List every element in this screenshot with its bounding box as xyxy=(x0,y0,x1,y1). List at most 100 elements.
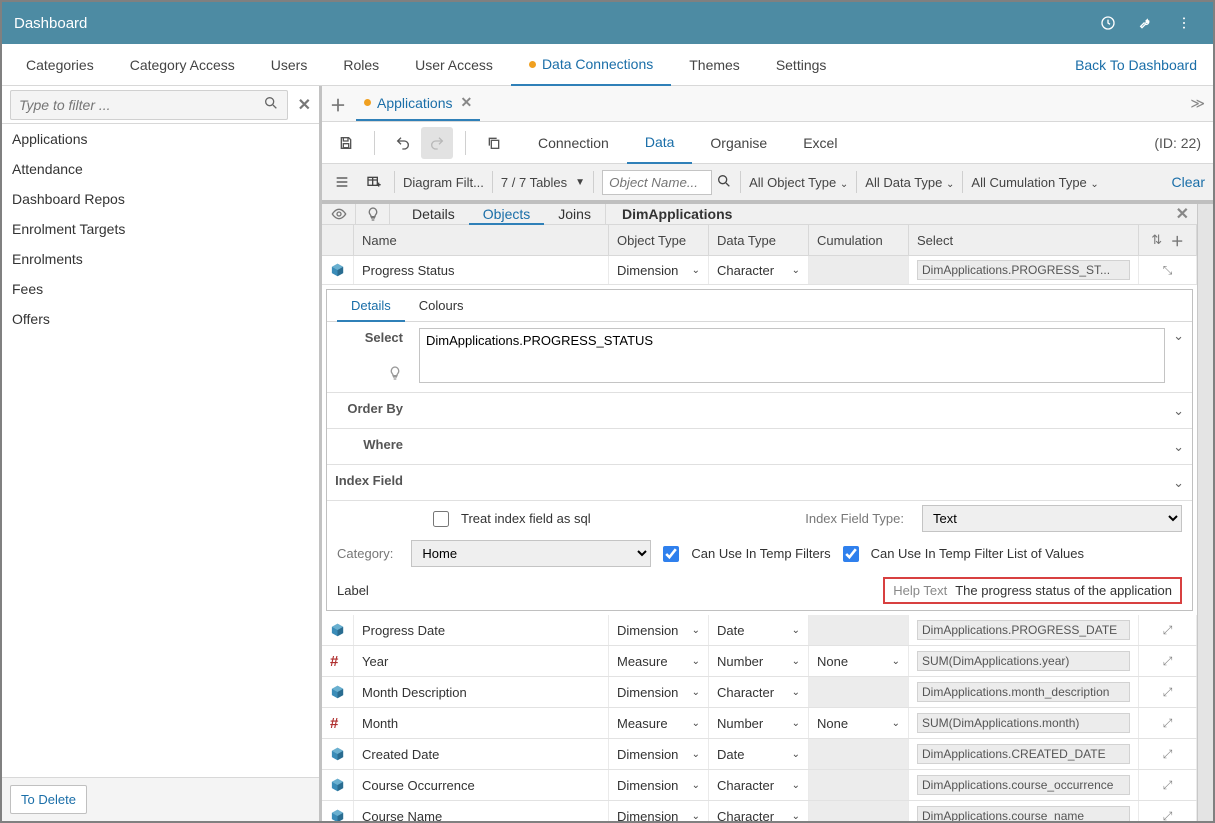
col-select[interactable]: Select xyxy=(909,225,1139,255)
eye-icon[interactable] xyxy=(322,204,356,224)
index-type-select[interactable]: Text xyxy=(922,505,1182,532)
col-name[interactable]: Name xyxy=(354,225,609,255)
table-row[interactable]: Course NameDimension⌄Character⌄DimApplic… xyxy=(322,801,1197,821)
sidebar-item-dashboard-repos[interactable]: Dashboard Repos xyxy=(2,184,319,214)
data-type-filter[interactable]: All Data Type ⌄ xyxy=(865,175,954,190)
clock-icon[interactable] xyxy=(1091,6,1125,40)
overflow-menu-icon[interactable] xyxy=(1167,6,1201,40)
search-icon[interactable] xyxy=(716,173,732,192)
close-tab-icon[interactable]: ✕ xyxy=(461,94,473,111)
object-name-filter-input[interactable] xyxy=(602,170,712,195)
filter-input[interactable] xyxy=(19,97,263,113)
row-objtype-select[interactable]: Measure⌄ xyxy=(609,646,709,676)
expanded-tab-colours[interactable]: Colours xyxy=(405,290,478,321)
add-tab-icon[interactable]: ＋ xyxy=(330,92,346,116)
col-datatype[interactable]: Data Type xyxy=(709,225,809,255)
expand-row-icon[interactable]: ⤢ xyxy=(1163,716,1173,731)
row-datatype-select[interactable]: Date⌄ xyxy=(709,615,809,645)
table-row[interactable]: Created DateDimension⌄Date⌄DimApplicatio… xyxy=(322,739,1197,770)
collapse-row-icon[interactable]: ⤡ xyxy=(1163,263,1173,278)
clear-filter-icon[interactable]: ✕ xyxy=(298,95,311,115)
table-row[interactable]: Month DescriptionDimension⌄Character⌄Dim… xyxy=(322,677,1197,708)
list-view-icon[interactable] xyxy=(330,170,354,194)
lightbulb-icon[interactable] xyxy=(387,365,403,384)
sidebar-item-enrolments[interactable]: Enrolments xyxy=(2,244,319,274)
row-datatype-select[interactable]: Character⌄ xyxy=(709,801,809,821)
col-cumulation[interactable]: Cumulation xyxy=(809,225,909,255)
chevron-down-icon[interactable]: ⌄ xyxy=(1173,403,1184,419)
row-objtype-select[interactable]: Dimension⌄ xyxy=(609,739,709,769)
tab-roles[interactable]: Roles xyxy=(325,44,397,85)
sort-icon[interactable]: ⇅ xyxy=(1151,232,1162,248)
sidebar-item-attendance[interactable]: Attendance xyxy=(2,154,319,184)
row-cumul-select[interactable]: None⌄ xyxy=(809,708,909,738)
tab-data-connections[interactable]: Data Connections xyxy=(511,44,671,86)
sidebar-item-enrolment-targets[interactable]: Enrolment Targets xyxy=(2,214,319,244)
table-row[interactable]: Progress DateDimension⌄Date⌄DimApplicati… xyxy=(322,615,1197,646)
sidebar-item-fees[interactable]: Fees xyxy=(2,274,319,304)
row-objtype-select[interactable]: Dimension⌄ xyxy=(609,615,709,645)
close-detail-icon[interactable]: ✕ xyxy=(1176,204,1189,224)
table-row[interactable]: #MonthMeasure⌄Number⌄None⌄SUM(DimApplica… xyxy=(322,708,1197,739)
toolbar-tab-data[interactable]: Data xyxy=(627,122,693,164)
cumulation-type-filter[interactable]: All Cumulation Type ⌄ xyxy=(971,175,1098,190)
col-objtype[interactable]: Object Type xyxy=(609,225,709,255)
detail-tab-objects[interactable]: Objects xyxy=(469,204,544,225)
editor-tab-applications[interactable]: Applications ✕ xyxy=(356,86,480,121)
row-cumul-select[interactable]: None⌄ xyxy=(809,646,909,676)
sidebar-item-applications[interactable]: Applications xyxy=(2,124,319,154)
search-icon[interactable] xyxy=(263,95,279,114)
tab-user-access[interactable]: User Access xyxy=(397,44,511,85)
expand-row-icon[interactable]: ⤢ xyxy=(1163,685,1173,700)
expand-row-icon[interactable]: ⤢ xyxy=(1163,623,1173,638)
row-objtype-select[interactable]: Dimension⌄ xyxy=(609,677,709,707)
back-to-dashboard-link[interactable]: Back To Dashboard xyxy=(1075,57,1197,73)
chevron-down-icon[interactable]: ⌄ xyxy=(1173,475,1184,491)
row-datatype-select[interactable]: Character⌄ xyxy=(709,256,809,284)
lightbulb-icon[interactable] xyxy=(356,204,390,224)
row-datatype-select[interactable]: Date⌄ xyxy=(709,739,809,769)
table-row[interactable]: Course OccurrenceDimension⌄Character⌄Dim… xyxy=(322,770,1197,801)
detail-tab-joins[interactable]: Joins xyxy=(544,204,605,224)
orderby-input[interactable] xyxy=(419,399,1173,422)
sidebar-item-offers[interactable]: Offers xyxy=(2,304,319,334)
filter-box[interactable] xyxy=(10,90,288,120)
chevron-down-icon[interactable]: ⌄ xyxy=(1173,328,1184,344)
where-input[interactable] xyxy=(419,435,1173,458)
expand-row-icon[interactable]: ⤢ xyxy=(1163,809,1173,822)
row-datatype-select[interactable]: Number⌄ xyxy=(709,708,809,738)
more-tabs-icon[interactable]: ≫ xyxy=(1190,95,1205,112)
table-row[interactable]: #YearMeasure⌄Number⌄None⌄SUM(DimApplicat… xyxy=(322,646,1197,677)
tab-users[interactable]: Users xyxy=(253,44,326,85)
object-type-filter[interactable]: All Object Type ⌄ xyxy=(749,175,848,190)
expanded-tab-details[interactable]: Details xyxy=(337,290,405,322)
category-select[interactable]: Home xyxy=(411,540,651,567)
row-datatype-select[interactable]: Character⌄ xyxy=(709,770,809,800)
add-row-icon[interactable]: ＋ xyxy=(1171,231,1184,250)
clear-filters-button[interactable]: Clear xyxy=(1172,174,1205,190)
row-datatype-select[interactable]: Number⌄ xyxy=(709,646,809,676)
toolbar-tab-organise[interactable]: Organise xyxy=(692,122,785,163)
row-objtype-select[interactable]: Measure⌄ xyxy=(609,708,709,738)
select-input[interactable] xyxy=(419,328,1165,383)
row-objtype-select[interactable]: Dimension⌄ xyxy=(609,256,709,284)
expand-row-icon[interactable]: ⤢ xyxy=(1163,654,1173,669)
tab-categories[interactable]: Categories xyxy=(8,44,112,85)
row-objtype-select[interactable]: Dimension⌄ xyxy=(609,770,709,800)
tables-count[interactable]: 7 / 7 Tables xyxy=(501,175,567,190)
toolbar-tab-excel[interactable]: Excel xyxy=(785,122,855,163)
can-use-temp-filters-checkbox[interactable] xyxy=(663,546,679,562)
tab-settings[interactable]: Settings xyxy=(758,44,845,85)
treat-sql-checkbox[interactable] xyxy=(433,511,449,527)
copy-icon[interactable] xyxy=(478,127,510,159)
row-datatype-select[interactable]: Character⌄ xyxy=(709,677,809,707)
detail-tab-details[interactable]: Details xyxy=(398,204,469,224)
label-input[interactable] xyxy=(389,582,863,599)
add-table-icon[interactable] xyxy=(362,170,386,194)
vertical-scrollbar[interactable] xyxy=(1197,204,1213,821)
indexfield-input[interactable] xyxy=(419,471,1173,494)
save-icon[interactable] xyxy=(330,127,362,159)
help-text-value[interactable]: The progress status of the application xyxy=(955,583,1172,598)
expand-row-icon[interactable]: ⤢ xyxy=(1163,747,1173,762)
expand-row-icon[interactable]: ⤢ xyxy=(1163,778,1173,793)
